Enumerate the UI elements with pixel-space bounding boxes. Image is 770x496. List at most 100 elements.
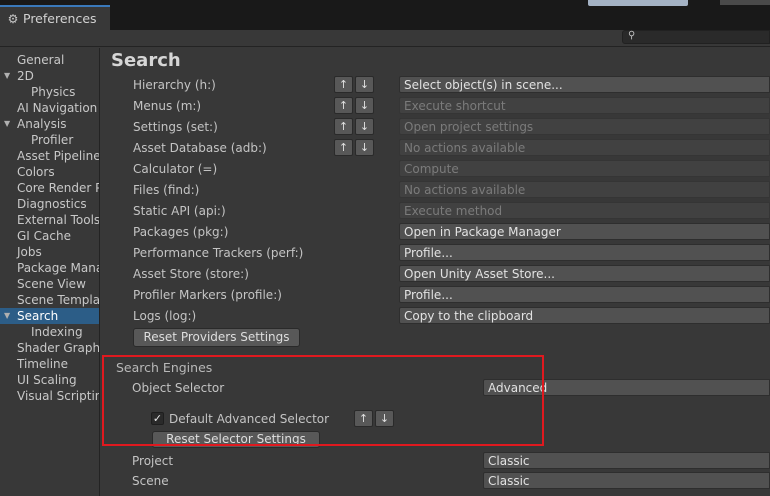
provider-action-files-find: No actions available — [399, 181, 770, 198]
provider-action-asset-database-adb: No actions available — [399, 139, 770, 156]
provider-action-calculator: Compute — [399, 160, 770, 177]
arrow-up-icon: ↑ — [338, 141, 349, 154]
expand-triangle-icon[interactable]: ▼ — [4, 116, 10, 132]
project-engine-dropdown[interactable]: Classic — [483, 452, 770, 469]
sidebar-item-colors[interactable]: Colors — [0, 164, 99, 180]
provider-label-calculator: Calculator (=) — [133, 162, 218, 176]
sidebar-item-search[interactable]: ▼ Search — [0, 308, 99, 324]
sidebar-item-label: Search — [17, 309, 59, 323]
sidebar-item-label: AI Navigation — [17, 101, 98, 115]
expand-triangle-icon[interactable]: ▼ — [4, 308, 10, 324]
provider-label-hierarchy-h: Hierarchy (h:) — [133, 78, 216, 92]
move-down-button[interactable]: ↓ — [375, 410, 394, 427]
provider-label-asset-store-store: Asset Store (store:) — [133, 267, 249, 281]
sidebar-item-label: Analysis — [17, 117, 67, 131]
provider-action-menus-m: Execute shortcut — [399, 97, 770, 114]
provider-action-packages-pkg[interactable]: Open in Package Manager — [399, 223, 770, 240]
expand-triangle-icon[interactable]: ▼ — [4, 68, 10, 84]
provider-label-menus-m: Menus (m:) — [133, 99, 202, 113]
provider-label-packages-pkg: Packages (pkg:) — [133, 225, 229, 239]
sidebar-item-ai-navigation[interactable]: AI Navigation — [0, 100, 99, 116]
provider-action-static-api-api: Execute method — [399, 202, 770, 219]
gear-icon: ⚙ — [7, 11, 19, 26]
sidebar-item-label: Visual Scripting — [17, 389, 99, 403]
move-up-button[interactable]: ↑ — [334, 97, 353, 114]
default-advanced-checkbox[interactable]: ✓ — [151, 412, 164, 425]
arrow-up-icon: ↑ — [338, 99, 349, 112]
sidebar-item-2d[interactable]: ▼ 2D — [0, 68, 99, 84]
arrow-up-icon: ↑ — [338, 120, 349, 133]
move-down-button[interactable]: ↓ — [355, 139, 374, 156]
sidebar-item-analysis[interactable]: ▼ Analysis — [0, 116, 99, 132]
object-selector-dropdown[interactable]: Advanced — [483, 379, 770, 396]
sidebar-item-indexing[interactable]: Indexing — [0, 324, 99, 340]
sidebar-item-visual-scripting[interactable]: Visual Scripting — [0, 388, 99, 404]
sidebar-item-label: 2D — [17, 69, 34, 83]
preferences-tab[interactable]: ⚙ Preferences — [0, 5, 110, 30]
sidebar-item-general[interactable]: General — [0, 52, 99, 68]
sidebar-item-timeline[interactable]: Timeline — [0, 356, 99, 372]
background-window-fragment — [720, 0, 770, 5]
sidebar-item-profiler[interactable]: Profiler — [0, 132, 99, 148]
sidebar: General ▼ 2D Physics AI Navigation ▼ Analysis P… — [0, 48, 100, 496]
sidebar-item-gi-cache[interactable]: GI Cache — [0, 228, 99, 244]
sidebar-item-label: GI Cache — [17, 229, 71, 243]
sidebar-item-scene-template[interactable]: Scene Template — [0, 292, 100, 308]
page-title: Search — [111, 50, 181, 71]
sidebar-item-external-tools[interactable]: External Tools — [0, 212, 100, 228]
background-window-fragment — [588, 0, 688, 6]
provider-label-files-find: Files (find:) — [133, 183, 200, 197]
arrow-down-icon: ↓ — [359, 99, 370, 112]
scene-engine-dropdown[interactable]: Classic — [483, 472, 770, 489]
move-down-button[interactable]: ↓ — [355, 118, 374, 135]
sidebar-item-label: Scene View — [17, 277, 86, 291]
move-down-button[interactable]: ↓ — [355, 76, 374, 93]
sidebar-item-label: Shader Graph — [17, 341, 100, 355]
search-icon: ⚲ — [628, 30, 636, 41]
sidebar-item-package-manager[interactable]: Package Manager — [0, 260, 99, 276]
search-engines-title: Search Engines — [116, 360, 213, 375]
sidebar-item-label: Profiler — [31, 133, 74, 147]
sidebar-item-label: Indexing — [31, 325, 83, 339]
title-bar: ⚙ Preferences — [0, 0, 770, 30]
sidebar-item-label: UI Scaling — [17, 373, 77, 387]
provider-label-performance-trackers-perf: Performance Trackers (perf:) — [133, 246, 304, 260]
sidebar-item-jobs[interactable]: Jobs — [0, 244, 99, 260]
search-input[interactable]: ⚲ — [622, 30, 770, 44]
sidebar-item-label: Jobs — [17, 245, 42, 259]
sidebar-item-shader-graph[interactable]: Shader Graph — [0, 340, 100, 356]
arrow-up-icon: ↑ — [338, 78, 349, 91]
provider-action-asset-store-store[interactable]: Open Unity Asset Store... — [399, 265, 770, 282]
scene-label: Scene — [132, 474, 169, 488]
sidebar-item-asset-pipeline[interactable]: Asset Pipeline — [0, 148, 99, 164]
sidebar-item-label: External Tools — [17, 213, 100, 227]
provider-action-logs-log[interactable]: Copy to the clipboard — [399, 307, 770, 324]
provider-label-asset-database-adb: Asset Database (adb:) — [133, 141, 267, 155]
sidebar-item-scene-view[interactable]: Scene View — [0, 276, 99, 292]
sidebar-item-core-render-pipeline[interactable]: Core Render Pipeline — [0, 180, 99, 196]
provider-label-logs-log: Logs (log:) — [133, 309, 197, 323]
main-panel: Search Hierarchy (h:) ↑ ↓ Select object(s) … — [101, 48, 770, 496]
sidebar-item-physics[interactable]: Physics — [0, 84, 99, 100]
provider-action-performance-trackers-perf[interactable]: Profile... — [399, 244, 770, 261]
move-down-button[interactable]: ↓ — [355, 97, 374, 114]
sidebar-item-diagnostics[interactable]: Diagnostics — [0, 196, 99, 212]
sidebar-item-label: Timeline — [17, 357, 69, 371]
reset-selector-button[interactable]: Reset Selector Settings — [152, 431, 320, 448]
sidebar-item-ui-scaling[interactable]: UI Scaling — [0, 372, 99, 388]
sidebar-item-label: Scene Template — [17, 293, 100, 307]
move-up-button[interactable]: ↑ — [354, 410, 373, 427]
default-advanced-label: Default Advanced Selector — [169, 412, 330, 426]
provider-action-hierarchy-h[interactable]: Select object(s) in scene... — [399, 76, 770, 93]
reset-providers-button[interactable]: Reset Providers Settings — [133, 328, 300, 347]
provider-label-settings-set: Settings (set:) — [133, 120, 218, 134]
move-up-button[interactable]: ↑ — [334, 118, 353, 135]
provider-label-static-api-api: Static API (api:) — [133, 204, 226, 218]
provider-action-settings-set: Open project settings — [399, 118, 770, 135]
arrow-down-icon: ↓ — [359, 78, 370, 91]
move-up-button[interactable]: ↑ — [334, 76, 353, 93]
arrow-up-icon: ↑ — [358, 412, 369, 425]
move-up-button[interactable]: ↑ — [334, 139, 353, 156]
provider-action-profiler-markers-profile[interactable]: Profile... — [399, 286, 770, 303]
arrow-down-icon: ↓ — [359, 120, 370, 133]
